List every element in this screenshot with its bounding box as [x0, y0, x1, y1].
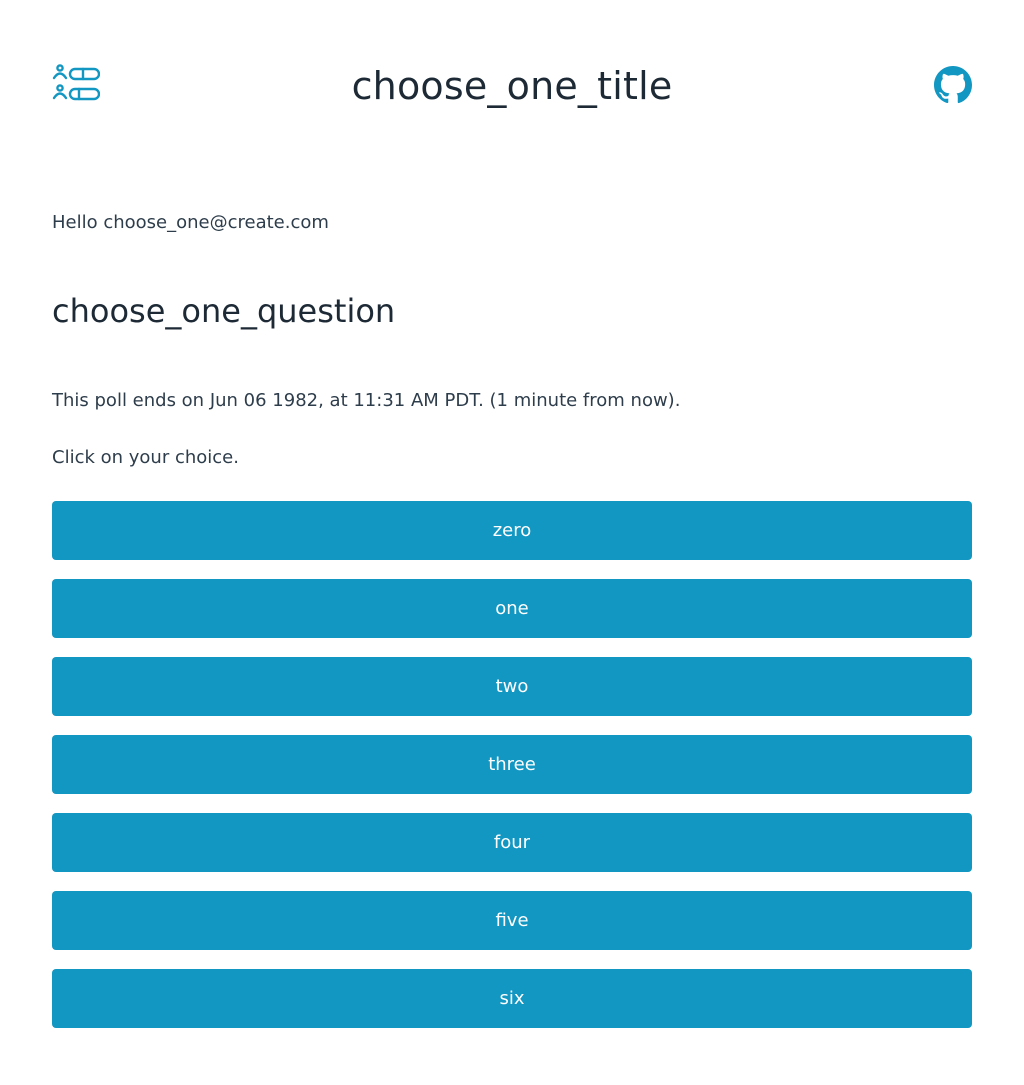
poll-question: choose_one_question	[52, 292, 396, 330]
choice-button-zero[interactable]: zero	[52, 501, 972, 560]
header: choose_one_title	[52, 58, 972, 114]
choice-button-one[interactable]: one	[52, 579, 972, 638]
greeting-text: Hello choose_one@create.com	[52, 212, 329, 233]
choice-button-six[interactable]: six	[52, 969, 972, 1028]
github-icon[interactable]	[934, 66, 972, 104]
choice-button-four[interactable]: four	[52, 813, 972, 872]
poll-instruction: Click on your choice.	[52, 447, 239, 468]
choice-button-two[interactable]: two	[52, 657, 972, 716]
choice-button-five[interactable]: five	[52, 891, 972, 950]
page-title: choose_one_title	[351, 64, 673, 108]
choice-button-three[interactable]: three	[52, 735, 972, 794]
poll-deadline-text: This poll ends on Jun 06 1982, at 11:31 …	[52, 390, 681, 411]
choice-list: zero one two three four five six	[52, 501, 972, 1028]
